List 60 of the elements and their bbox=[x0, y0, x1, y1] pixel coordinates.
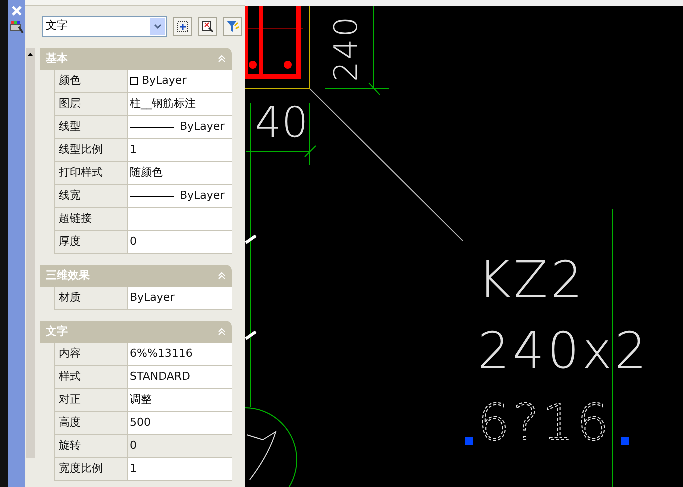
value-text: 1 bbox=[130, 460, 137, 477]
tick-mark bbox=[368, 82, 380, 96]
scroll-up-icon[interactable] bbox=[28, 53, 33, 56]
object-type-dropdown[interactable]: 文字 bbox=[42, 16, 167, 37]
value-text: ByLayer bbox=[130, 290, 175, 306]
drawing-text: 6?16 bbox=[478, 394, 612, 452]
value-text: 调整 bbox=[130, 392, 152, 408]
value-text: 6%%13116 bbox=[130, 346, 193, 362]
value-text: 1 bbox=[130, 142, 137, 158]
dotted-square-plus-icon bbox=[176, 20, 188, 32]
property-value[interactable]: 6%%13116 bbox=[128, 343, 232, 365]
property-value[interactable]: 1 bbox=[128, 458, 232, 480]
select-objects-button[interactable] bbox=[198, 17, 217, 36]
drawing-text: 240 bbox=[327, 14, 365, 82]
property-value[interactable]: ByLayer bbox=[128, 185, 232, 207]
scrollbar[interactable] bbox=[26, 48, 35, 458]
grip-point[interactable] bbox=[465, 437, 473, 445]
hatch-mark bbox=[245, 330, 257, 340]
property-value[interactable] bbox=[128, 208, 232, 230]
axis-number-drawing bbox=[246, 432, 276, 480]
value-text: 0 bbox=[130, 438, 137, 454]
linetype-line-icon bbox=[130, 126, 174, 128]
section-title: 基本 bbox=[46, 50, 68, 67]
collapse-chevron-icon[interactable] bbox=[218, 272, 226, 280]
property-value[interactable]: 500 bbox=[128, 412, 232, 434]
properties-icon[interactable] bbox=[10, 20, 24, 34]
value-text: 500 bbox=[130, 414, 151, 431]
collapse-chevron-icon[interactable] bbox=[218, 328, 226, 336]
select-cursor-icon bbox=[202, 20, 214, 32]
dimension-line bbox=[324, 88, 390, 90]
property-value[interactable]: 1 bbox=[128, 139, 232, 161]
property-value[interactable]: 调整 bbox=[128, 389, 232, 411]
value-text: 柱__钢筋标注 bbox=[130, 96, 196, 112]
toggle-pickadd-button[interactable] bbox=[173, 17, 192, 36]
value-text: 0 bbox=[130, 234, 137, 250]
filter-icon bbox=[226, 20, 239, 33]
drawing-text: KZ2 bbox=[478, 251, 586, 309]
property-value[interactable]: ByLayer bbox=[128, 287, 232, 309]
hatch-mark bbox=[245, 234, 257, 244]
quick-select-button[interactable] bbox=[223, 17, 242, 36]
property-value[interactable]: 0 bbox=[128, 231, 232, 253]
drawing-text: 40 bbox=[255, 98, 308, 147]
color-swatch-icon bbox=[130, 77, 138, 85]
caret-icon bbox=[150, 18, 165, 35]
property-value[interactable]: ByLayer bbox=[128, 70, 232, 92]
section-title: 三维效果 bbox=[46, 268, 90, 284]
section-title: 文字 bbox=[46, 324, 68, 340]
collapse-chevron-icon[interactable] bbox=[218, 55, 226, 63]
value-text: ByLayer bbox=[142, 72, 187, 89]
value-text: 随颜色 bbox=[130, 164, 163, 181]
close-icon[interactable] bbox=[12, 6, 22, 16]
property-value[interactable]: STANDARD bbox=[128, 366, 232, 388]
value-text: ByLayer bbox=[180, 118, 225, 135]
property-value[interactable]: ByLayer bbox=[128, 116, 232, 138]
value-text: STANDARD bbox=[130, 368, 191, 385]
property-value[interactable]: 随颜色 bbox=[128, 162, 232, 184]
tick-mark bbox=[304, 146, 316, 158]
property-value[interactable]: 柱__钢筋标注 bbox=[128, 93, 232, 115]
value-text: ByLayer bbox=[180, 188, 225, 204]
grip-point[interactable] bbox=[621, 437, 629, 445]
